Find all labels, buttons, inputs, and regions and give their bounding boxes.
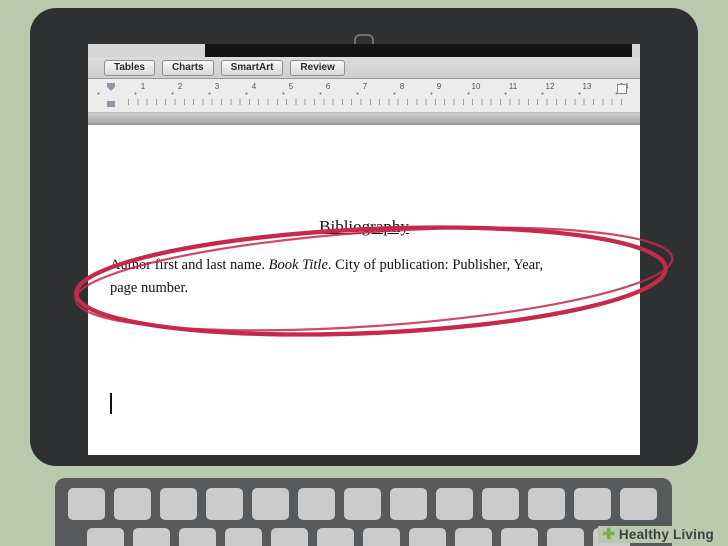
- ruler-number: 5: [284, 82, 298, 91]
- citation-part1: Author first and last name.: [110, 257, 269, 273]
- keyboard-key[interactable]: [620, 488, 657, 520]
- keyboard-key[interactable]: [501, 528, 538, 546]
- keyboard-key[interactable]: [179, 528, 216, 546]
- ruler-separator-band: [88, 113, 640, 125]
- keyboard-key[interactable]: [271, 528, 308, 546]
- keyboard-key[interactable]: [133, 528, 170, 546]
- plus-icon: ✚: [602, 527, 615, 542]
- tab-tables[interactable]: Tables: [104, 60, 155, 76]
- ruler-number: 1: [136, 82, 150, 91]
- citation-book-title: Book Title: [269, 257, 328, 273]
- watermark-logo: ✚ Healthy Living: [598, 526, 718, 543]
- ruler-number: 4: [247, 82, 261, 91]
- ruler-number: 6: [321, 82, 335, 91]
- document-page[interactable]: Bibliography Author first and last name.…: [88, 125, 640, 455]
- illustration-stage: Tables Charts SmartArt Review 1234567891…: [0, 0, 728, 546]
- ruler: 1234567891011121314: [88, 79, 640, 113]
- keyboard-key[interactable]: [225, 528, 262, 546]
- left-indent-marker[interactable]: [107, 101, 115, 107]
- keyboard-key[interactable]: [409, 528, 446, 546]
- ruler-number: 12: [543, 82, 557, 91]
- keyboard-key[interactable]: [252, 488, 289, 520]
- ruler-number: 13: [580, 82, 594, 91]
- keyboard-key[interactable]: [547, 528, 584, 546]
- ruler-number: 2: [173, 82, 187, 91]
- keyboard-key[interactable]: [390, 488, 427, 520]
- text-cursor: [110, 393, 112, 414]
- ruler-number: 9: [432, 82, 446, 91]
- keyboard-key[interactable]: [455, 528, 492, 546]
- keyboard-key[interactable]: [298, 488, 335, 520]
- ribbon-tabbar: Tables Charts SmartArt Review: [88, 57, 640, 79]
- word-processor-screen: Tables Charts SmartArt Review 1234567891…: [88, 44, 640, 455]
- keyboard-key[interactable]: [206, 488, 243, 520]
- window-titlebar-strip: [205, 44, 632, 57]
- tab-charts[interactable]: Charts: [162, 60, 214, 76]
- ruler-number: 3: [210, 82, 224, 91]
- ruler-number: 10: [469, 82, 483, 91]
- keyboard-key[interactable]: [87, 528, 124, 546]
- ruler-number: 7: [358, 82, 372, 91]
- ruler-ticks: [128, 99, 626, 105]
- citation-paragraph: Author first and last name. Book Title. …: [110, 254, 638, 300]
- keyboard-key[interactable]: [317, 528, 354, 546]
- keyboard-key[interactable]: [344, 488, 381, 520]
- keyboard-keys: [55, 488, 672, 546]
- keyboard-key[interactable]: [68, 488, 105, 520]
- citation-line1: Author first and last name. Book Title. …: [110, 254, 638, 277]
- citation-line2: page number.: [110, 277, 638, 300]
- window-top-area: [88, 44, 640, 57]
- keyboard-key[interactable]: [363, 528, 400, 546]
- ruler-right-margin-box[interactable]: [617, 84, 627, 94]
- keyboard: [55, 478, 672, 546]
- tab-review[interactable]: Review: [290, 60, 344, 76]
- keyboard-key[interactable]: [482, 488, 519, 520]
- keyboard-key[interactable]: [528, 488, 565, 520]
- keyboard-key[interactable]: [114, 488, 151, 520]
- keyboard-key[interactable]: [160, 488, 197, 520]
- ruler-number: 11: [506, 82, 520, 91]
- citation-part2: . City of publication: Publisher, Year,: [328, 257, 543, 273]
- watermark-text: Healthy Living: [619, 527, 714, 542]
- keyboard-key[interactable]: [436, 488, 473, 520]
- tab-smartart[interactable]: SmartArt: [221, 60, 284, 76]
- keyboard-key[interactable]: [574, 488, 611, 520]
- ruler-number: 8: [395, 82, 409, 91]
- document-title: Bibliography: [88, 125, 640, 237]
- ruler-numbers: 1234567891011121314: [88, 79, 640, 96]
